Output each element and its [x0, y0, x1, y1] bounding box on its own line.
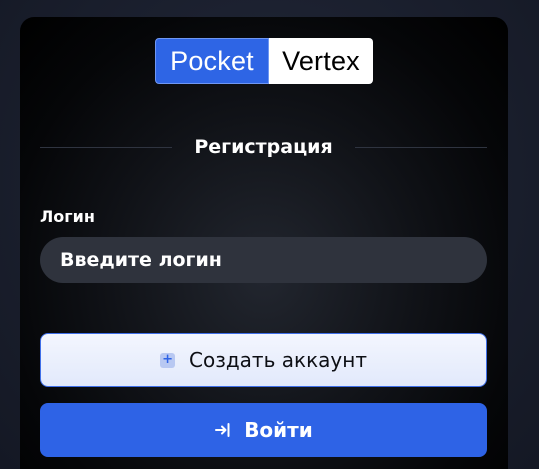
login-button[interactable]: Войти: [40, 403, 487, 457]
logo-vertex: Vertex: [269, 38, 373, 84]
login-label: Логин: [40, 207, 95, 226]
login-button-label: Войти: [244, 418, 313, 442]
divider-left: [40, 146, 173, 148]
create-account-button[interactable]: + Создать аккаунт: [40, 333, 487, 387]
logo-pocket: Pocket: [155, 38, 269, 84]
sign-in-arrow-icon: [215, 423, 230, 437]
login-input[interactable]: [40, 237, 487, 283]
plus-square-icon: +: [160, 352, 176, 368]
form-title: Регистрация: [194, 136, 333, 158]
create-account-label: Создать аккаунт: [189, 348, 367, 372]
form-header: Регистрация: [40, 135, 487, 159]
divider-right: [354, 146, 487, 148]
app-logo: Pocket Vertex: [20, 38, 508, 84]
registration-card: Pocket Vertex Регистрация Логин + Создат…: [20, 17, 508, 469]
